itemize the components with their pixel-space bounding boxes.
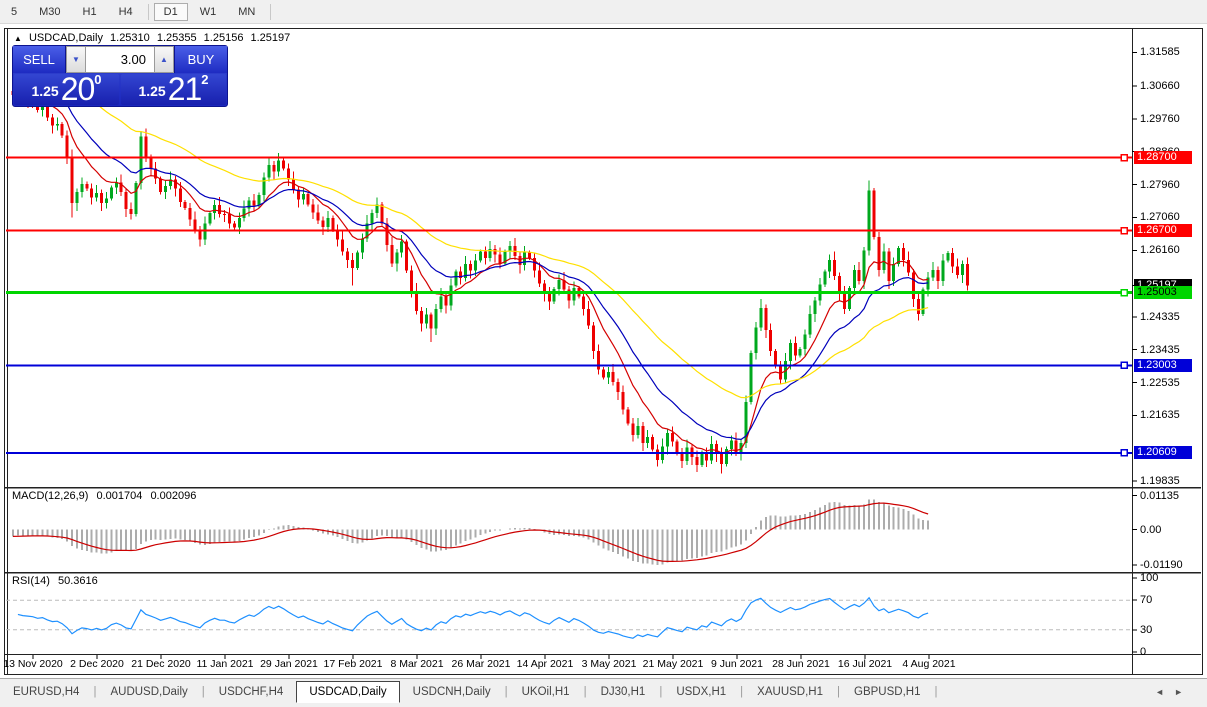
- buy-price-main: 21: [167, 71, 203, 107]
- sell-price-pipette: 0: [94, 72, 102, 87]
- volume-decrease-button[interactable]: ▼: [66, 46, 86, 73]
- ohlc-high: 1.25355: [156, 32, 197, 44]
- volume-increase-button[interactable]: ▲: [154, 46, 174, 73]
- buy-price-pipette: 2: [201, 72, 209, 87]
- sell-price-display[interactable]: 1.25 20 0: [14, 71, 119, 107]
- buy-price-display[interactable]: 1.25 21 2: [121, 71, 226, 107]
- macd-value-main: 0.001704: [96, 490, 143, 502]
- ohlc-close: 1.25197: [250, 32, 291, 44]
- chart-symbol-label: USDCAD,Daily: [28, 32, 103, 44]
- mt4-window: 5 M30 H1 H4 D1 W1 MN ▲ USDCAD,Daily 1.25…: [0, 0, 1207, 707]
- sell-price-prefix: 1.25: [31, 83, 59, 99]
- one-click-trading-panel: SELL ▼ 3.00 ▲ BUY 1.25 20 0 1.25 21 2: [12, 45, 228, 107]
- macd-value-signal: 0.002096: [150, 490, 197, 502]
- macd-indicator-label: MACD(12,26,9) 0.001704 0.002096: [12, 490, 201, 502]
- rsi-indicator-label: RSI(14) 50.3616: [12, 575, 103, 587]
- sell-price-main: 20: [60, 71, 96, 107]
- sell-button[interactable]: SELL: [13, 46, 66, 73]
- ohlc-low: 1.25156: [203, 32, 244, 44]
- macd-name: MACD(12,26,9): [12, 490, 89, 502]
- rsi-value: 50.3616: [57, 575, 98, 587]
- ohlc-open: 1.25310: [110, 32, 150, 44]
- collapse-chart-icon[interactable]: ▲: [14, 34, 22, 43]
- chart-title: ▲ USDCAD,Daily 1.25310 1.25355 1.25156 1…: [14, 32, 294, 44]
- rsi-name: RSI(14): [12, 575, 50, 587]
- buy-price-prefix: 1.25: [138, 83, 166, 99]
